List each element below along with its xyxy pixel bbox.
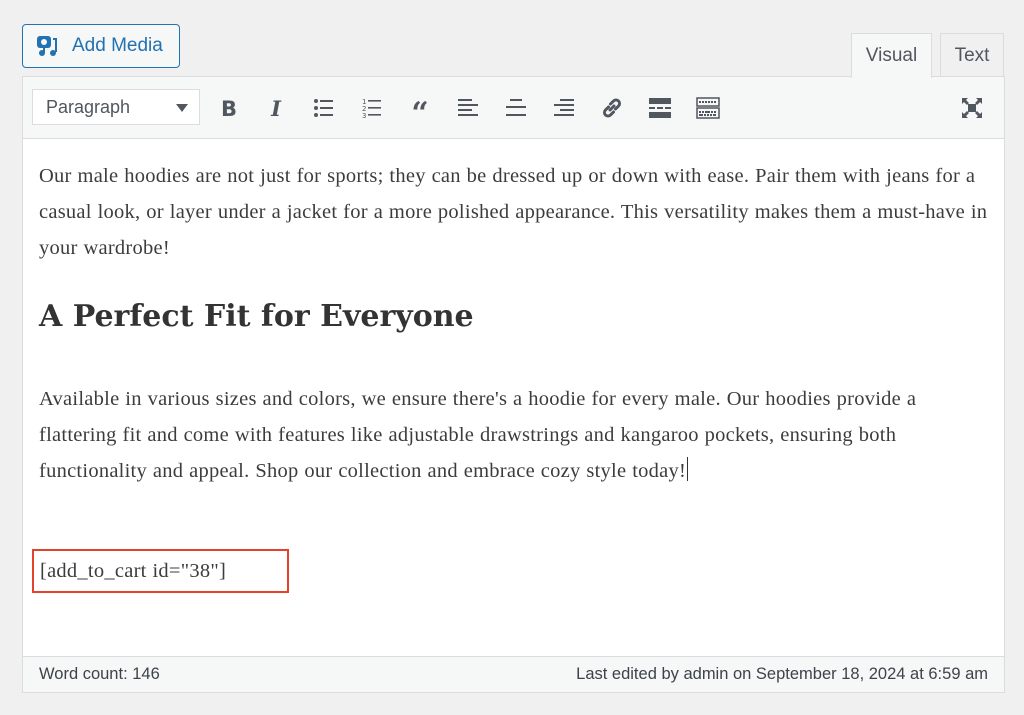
blockquote-icon: “ <box>411 96 428 120</box>
keyboard-icon <box>696 97 720 119</box>
tab-visual[interactable]: Visual <box>851 33 932 78</box>
align-center-button[interactable] <box>499 91 533 125</box>
editor-toolbar: Paragraph B I 1 2 3 “ <box>23 77 1004 139</box>
format-select-value: Paragraph <box>46 96 131 117</box>
distraction-free-button[interactable] <box>955 91 989 125</box>
italic-icon: I <box>270 96 282 120</box>
text-cursor <box>687 457 689 481</box>
paragraph-2-text: Available in various sizes and colors, w… <box>39 388 917 482</box>
add-media-label: Add Media <box>72 35 163 56</box>
fullscreen-icon <box>962 98 982 118</box>
svg-text:3: 3 <box>362 112 366 120</box>
paragraph-2: Available in various sizes and colors, w… <box>39 381 984 489</box>
svg-text:I: I <box>270 96 282 120</box>
add-to-cart-shortcode: [add_to_cart id="38"] <box>40 560 227 582</box>
bold-button[interactable]: B <box>212 91 246 125</box>
format-select[interactable]: Paragraph <box>32 89 200 125</box>
bulleted-list-icon <box>314 99 333 117</box>
tab-text-label: Text <box>954 44 990 66</box>
chevron-down-icon <box>176 104 188 112</box>
link-icon <box>602 98 622 118</box>
svg-text:“: “ <box>411 96 428 120</box>
paragraph-1: Our male hoodies are not just for sports… <box>39 165 988 259</box>
bulleted-list-button[interactable] <box>307 91 341 125</box>
insert-link-button[interactable] <box>595 91 629 125</box>
add-media-button[interactable]: Add Media <box>22 24 180 68</box>
word-count: Word count: 146 <box>39 665 160 683</box>
align-right-button[interactable] <box>547 91 581 125</box>
italic-button[interactable]: I <box>259 91 293 125</box>
align-center-icon <box>506 99 526 116</box>
align-left-button[interactable] <box>451 91 485 125</box>
heading-perfect-fit: A Perfect Fit for Everyone <box>39 299 474 334</box>
numbered-list-button[interactable]: 1 2 3 <box>355 91 389 125</box>
tab-text[interactable]: Text <box>940 33 1004 77</box>
svg-text:B: B <box>221 97 237 120</box>
status-bar: Word count: 146 Last edited by admin on … <box>23 656 1004 692</box>
editor-content[interactable]: Our male hoodies are not just for sports… <box>23 138 1004 656</box>
align-left-icon <box>458 99 478 116</box>
align-right-icon <box>554 99 574 116</box>
read-more-icon <box>649 98 671 118</box>
bold-icon: B <box>221 97 237 120</box>
last-edited: Last edited by admin on September 18, 20… <box>576 665 988 683</box>
tab-visual-label: Visual <box>865 45 918 66</box>
media-icon <box>37 36 57 56</box>
read-more-button[interactable] <box>643 91 677 125</box>
shortcode-highlight: [add_to_cart id="38"] <box>32 549 289 593</box>
editor: Paragraph B I 1 2 3 “ Our male hoodies a… <box>22 76 1005 693</box>
numbered-list-icon: 1 2 3 <box>362 98 381 120</box>
blockquote-button[interactable]: “ <box>403 91 437 125</box>
toolbar-toggle-button[interactable] <box>691 91 725 125</box>
